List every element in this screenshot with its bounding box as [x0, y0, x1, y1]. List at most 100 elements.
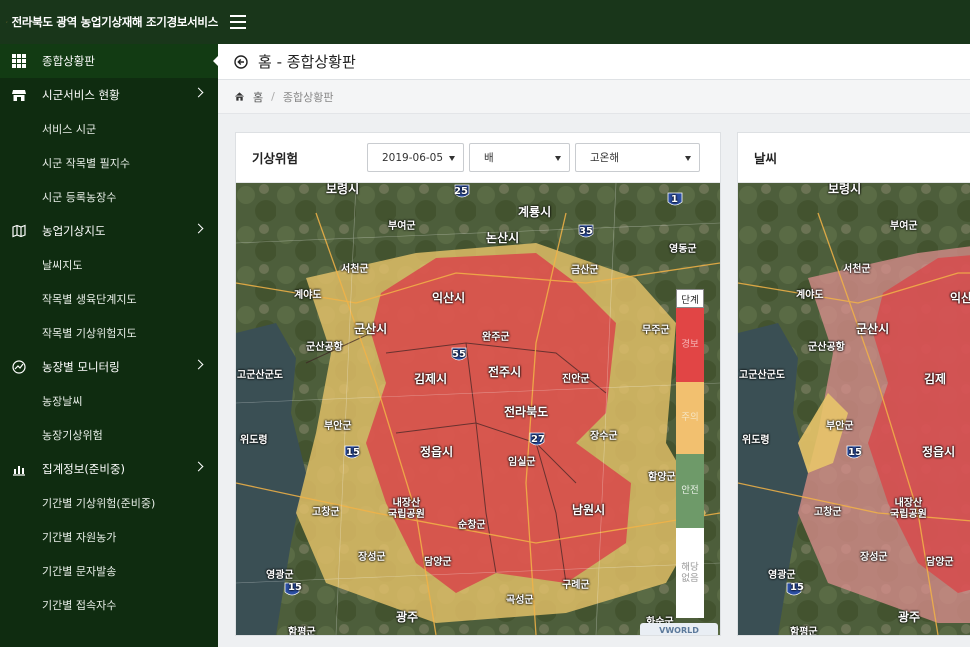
sidebar-item-label: 시군 등록농장수: [42, 191, 117, 204]
map-label-imsil: 임실군: [508, 457, 536, 468]
sidebar: 종합상황판시군서비스 현황서비스 시군시군 작목별 필지수시군 등록농장수농업기…: [0, 44, 218, 647]
sidebar-item-label: 농장기상위험: [42, 429, 103, 442]
chevron-right-icon: [193, 87, 204, 98]
crop-select[interactable]: 배: [469, 143, 570, 172]
crop-select-value: 배: [484, 152, 494, 164]
back-arrow-icon[interactable]: [234, 54, 248, 69]
main-content: 홈 - 종합상황판 홈 / 종합상황판 기상위험 2019-06-05 배 고온…: [218, 44, 970, 647]
risk-legend: 단계 경보 주의 안전 해당 없음: [676, 289, 704, 618]
sidebar-item-label: 농업기상지도: [42, 224, 106, 238]
map-label-jeongeup: 정읍시: [420, 445, 454, 459]
sidebar-item-11[interactable]: 농장기상위험: [0, 418, 218, 452]
route-55-label: 55: [452, 349, 466, 360]
map-label-jinan: 진안군: [562, 374, 590, 385]
sidebar-item-label: 시군서비스 현황: [42, 88, 120, 102]
map-label-hampyeong: 함평군: [288, 627, 316, 635]
sidebar-item-14[interactable]: 기간별 자원농가: [0, 520, 218, 554]
home-icon[interactable]: [234, 91, 245, 102]
sidebar-item-0[interactable]: 종합상황판: [0, 44, 218, 78]
sidebar-item-8[interactable]: 작목별 기상위험지도: [0, 316, 218, 350]
sidebar-item-7[interactable]: 작목별 생육단계지도: [0, 282, 218, 316]
legend-caution: 주의: [676, 382, 704, 454]
chevron-right-icon: [193, 461, 204, 472]
monitor-icon: [12, 360, 26, 374]
map-label-damyang: 담양군: [424, 557, 452, 568]
sidebar-item-label: 날씨지도: [42, 259, 83, 272]
breadcrumb: 홈 / 종합상황판: [218, 80, 970, 114]
sidebar-item-15[interactable]: 기간별 문자발송: [0, 554, 218, 588]
route-15-south-label: 15: [288, 582, 302, 593]
map-label-gunsan: 군산시: [354, 322, 388, 336]
map-label-sunchang: 순창군: [458, 520, 486, 531]
map-label-yeonggwang: 영광군: [266, 570, 294, 581]
app-logo[interactable]: 전라북도 광역 농업기상재해 조기경보서비스: [0, 14, 218, 30]
sidebar-item-13[interactable]: 기간별 기상위험(준비중): [0, 486, 218, 520]
hazard-panel-title: 기상위험: [252, 151, 299, 166]
chart-icon: [12, 462, 26, 476]
weather-panel: 날씨 보령시 부여군 서천군 계야도 익산 군산시 군산공항 고군산군도 김제 …: [737, 132, 970, 636]
map-label-wanju: 완주군: [482, 332, 510, 343]
map-label-iksan: 익산시: [432, 291, 466, 305]
title-bar: 홈 - 종합상황판: [218, 44, 970, 80]
sidebar-item-label: 시군 작목별 필지수: [42, 157, 130, 170]
weather-panel-title: 날씨: [754, 151, 778, 166]
map-label-jangsu: 장수군: [590, 431, 618, 442]
hazard-panel: 기상위험 2019-06-05 배 고온해 25 1 35 55 27 15 보…: [235, 132, 721, 636]
vworld-logo: VWORLD: [640, 623, 718, 635]
weather-label-wido: 위도령: [742, 435, 770, 446]
route-15-label: 15: [346, 447, 360, 458]
weather-map[interactable]: 보령시 부여군 서천군 계야도 익산 군산시 군산공항 고군산군도 김제 위도령…: [738, 183, 970, 635]
map-label-wido: 위도령: [240, 435, 268, 446]
menu-toggle-icon[interactable]: [230, 15, 246, 29]
breadcrumb-home[interactable]: 홈: [253, 89, 263, 105]
date-select[interactable]: 2019-06-05: [367, 143, 464, 172]
weather-label-boryeong: 보령시: [828, 183, 862, 196]
top-bar: 전라북도 광역 농업기상재해 조기경보서비스: [0, 0, 970, 44]
map-label-gwangju: 광주: [396, 610, 419, 624]
sidebar-item-label: 서비스 시군: [42, 123, 97, 136]
sidebar-item-10[interactable]: 농장날씨: [0, 384, 218, 418]
weather-route-15-label: 15: [848, 447, 862, 458]
map-label-gokseong: 곡성군: [506, 595, 534, 606]
breadcrumb-current: 종합상황판: [282, 90, 334, 104]
map-label-yeongdong: 영동군: [669, 244, 697, 255]
map-label-hamyang: 함양군: [648, 472, 676, 483]
legend-safe: 안전: [676, 454, 704, 528]
chevron-right-icon: [193, 359, 204, 370]
sidebar-item-1[interactable]: 시군서비스 현황: [0, 78, 218, 112]
map-label-gurye: 구례군: [562, 580, 590, 591]
route-25-label: 25: [454, 186, 468, 197]
map-label-jangseong: 장성군: [358, 552, 386, 563]
legend-title: 단계: [676, 289, 704, 308]
sidebar-item-label: 종합상황판: [42, 54, 95, 68]
route-35-label: 35: [579, 226, 593, 237]
map-icon: [12, 224, 26, 238]
hazard-select[interactable]: 고온해: [575, 143, 700, 172]
map-label-geumsan: 금산군: [571, 265, 599, 276]
map-label-buan: 부안군: [324, 421, 352, 432]
sidebar-item-label: 작목별 기상위험지도: [42, 327, 137, 340]
sidebar-item-label: 기간별 기상위험(준비중): [42, 497, 156, 510]
sidebar-item-5[interactable]: 농업기상지도: [0, 214, 218, 248]
map-label-naejang: 내장산 국립공원: [388, 498, 425, 520]
legend-not-applicable: 해당 없음: [676, 528, 704, 618]
sidebar-item-4[interactable]: 시군 등록농장수: [0, 180, 218, 214]
sidebar-item-label: 기간별 자원농가: [42, 531, 117, 544]
route-1-label: 1: [671, 194, 678, 205]
sidebar-item-3[interactable]: 시군 작목별 필지수: [0, 146, 218, 180]
date-select-value: 2019-06-05: [382, 151, 444, 164]
sidebar-item-2[interactable]: 서비스 시군: [0, 112, 218, 146]
sidebar-item-16[interactable]: 기간별 접속자수: [0, 588, 218, 622]
sidebar-item-6[interactable]: 날씨지도: [0, 248, 218, 282]
weather-label-iksan: 익산: [950, 291, 970, 305]
sidebar-item-9[interactable]: 농장별 모니터링: [0, 350, 218, 384]
hazard-map[interactable]: 25 1 35 55 27 15 보령시 계룡시 부여군 논산시 영동군 서천군…: [236, 183, 720, 635]
weather-label-seocheon: 서천군: [843, 264, 871, 275]
map-label-nonsan: 논산시: [486, 231, 520, 245]
map-label-jeonju: 전주시: [488, 365, 522, 379]
sidebar-item-label: 작목별 생육단계지도: [42, 293, 137, 306]
weather-route-15-south-label: 15: [790, 582, 804, 593]
map-label-gimje: 김제시: [414, 372, 448, 386]
sidebar-item-12[interactable]: 집계정보(준비중): [0, 452, 218, 486]
legend-warning: 경보: [676, 308, 704, 382]
